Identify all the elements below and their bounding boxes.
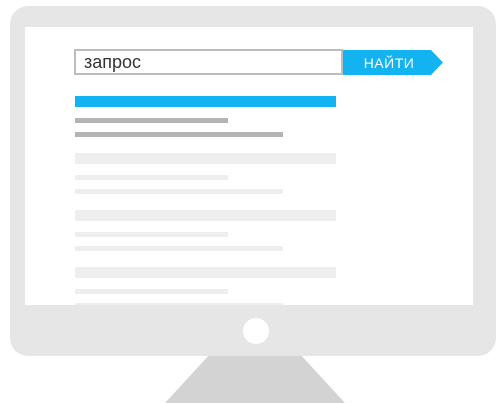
result-snippet-line — [75, 189, 283, 194]
result-snippet-line — [75, 118, 228, 123]
result-snippet-line — [75, 175, 228, 180]
result-title-highlighted[interactable] — [75, 96, 336, 107]
result-title-placeholder[interactable] — [75, 210, 336, 221]
result-snippet-line — [75, 232, 228, 237]
power-button-icon — [243, 318, 269, 344]
result-snippet-line — [75, 303, 283, 305]
search-input[interactable] — [74, 49, 343, 75]
result-snippet-line — [75, 246, 283, 251]
result-title-placeholder[interactable] — [75, 153, 336, 164]
monitor-stand — [165, 356, 345, 403]
browser-screen: НАЙТИ — [25, 27, 473, 305]
result-snippet-line — [75, 132, 283, 137]
search-button[interactable]: НАЙТИ — [343, 50, 443, 75]
result-snippet-line — [75, 289, 228, 294]
result-title-placeholder[interactable] — [75, 267, 336, 278]
